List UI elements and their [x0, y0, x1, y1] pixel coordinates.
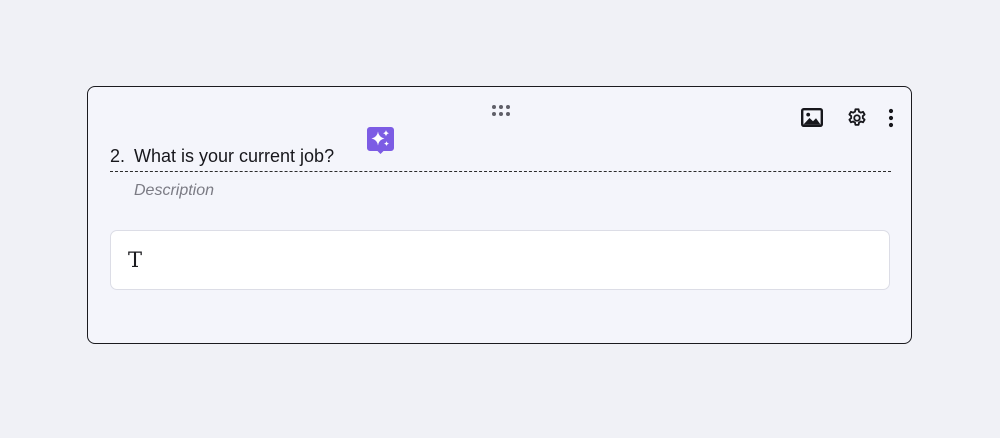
question-title[interactable]: What is your current job?: [134, 146, 334, 171]
description-field[interactable]: Description: [134, 182, 214, 200]
ai-sparkle-icon[interactable]: [366, 126, 395, 155]
question-number: 2.: [110, 146, 126, 166]
add-image-button[interactable]: [800, 108, 824, 132]
answer-text-input[interactable]: T: [110, 230, 890, 290]
question-card[interactable]: 2. What is your current job? Description…: [87, 86, 912, 344]
image-icon: [801, 108, 824, 132]
settings-button[interactable]: [845, 107, 869, 134]
gear-icon: [846, 107, 868, 134]
drag-handle-icon[interactable]: [491, 104, 511, 118]
more-options-button[interactable]: [885, 108, 897, 132]
text-type-icon: T: [128, 248, 143, 272]
more-vertical-icon: [888, 108, 894, 133]
question-title-field[interactable]: 2. What is your current job?: [110, 144, 891, 172]
question-toolbar: [800, 107, 897, 134]
